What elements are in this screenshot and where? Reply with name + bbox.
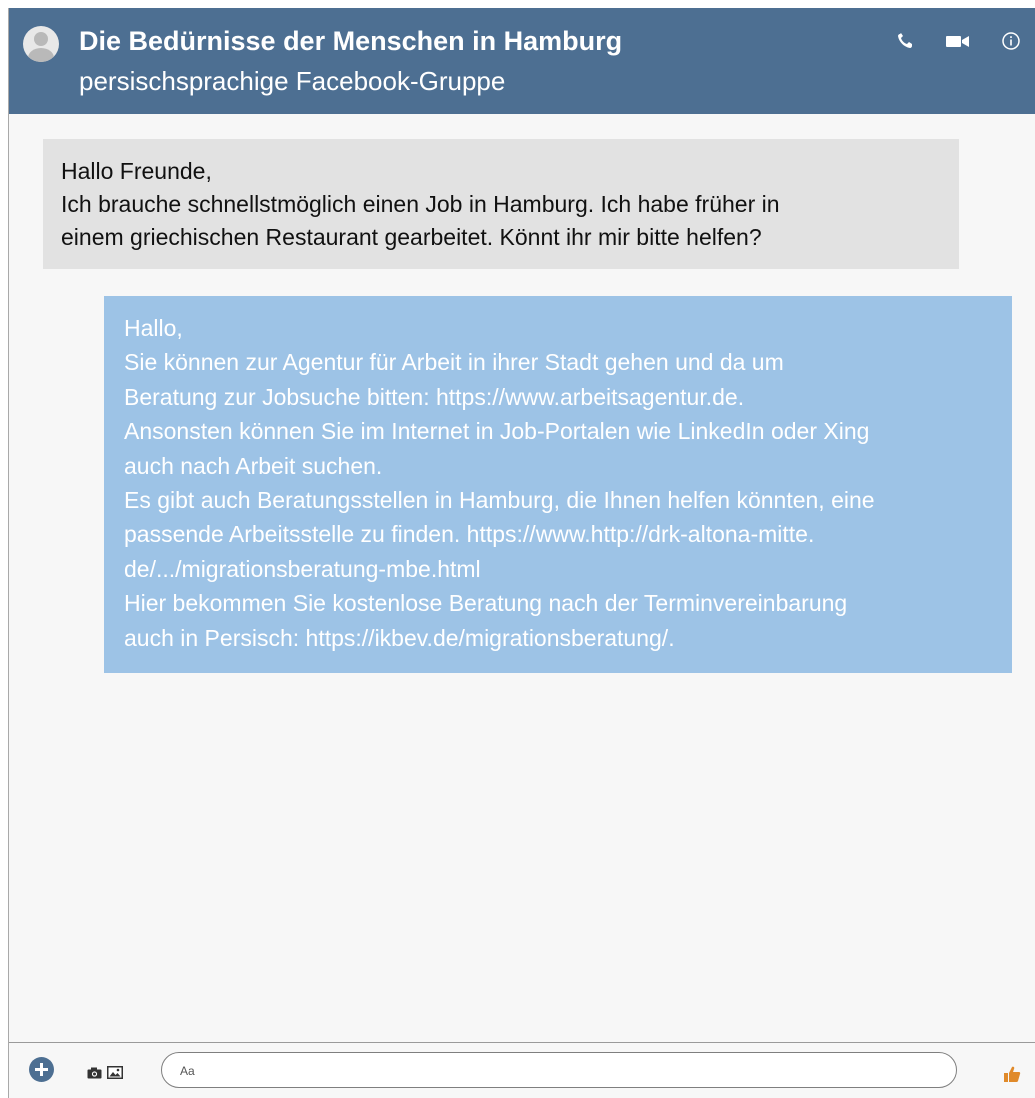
message-line: einem griechischen Restaurant gearbeitet…: [61, 224, 762, 250]
message-line: Hallo Freunde,: [61, 158, 212, 184]
outgoing-message: Hallo, Sie können zur Agentur für Arbeit…: [104, 296, 1012, 674]
message-line: Beratung zur Jobsuche bitten: https://ww…: [124, 383, 745, 410]
plus-icon[interactable]: [29, 1057, 54, 1082]
chat-window: Die Bedürnisse der Menschen in Hamburg p…: [8, 8, 1035, 1098]
message-line: Sie können zur Agentur für Arbeit in ihr…: [124, 349, 784, 376]
gallery-icon[interactable]: [107, 1066, 123, 1079]
message-line: Hier bekommen Sie kostenlose Beratung na…: [124, 590, 848, 617]
phone-icon[interactable]: [893, 30, 919, 52]
avatar-head-shape: [34, 32, 48, 46]
message-input[interactable]: [178, 1061, 942, 1081]
message-line: auch in Persisch: https://ikbev.de/migra…: [124, 624, 675, 651]
camera-icon[interactable]: [87, 1067, 102, 1079]
video-camera-icon[interactable]: [945, 30, 971, 52]
message-line: Es gibt auch Beratungsstellen in Hamburg…: [124, 487, 875, 514]
chat-header: Die Bedürnisse der Menschen in Hamburg p…: [9, 8, 1035, 114]
avatar-body-shape: [28, 48, 54, 62]
info-icon[interactable]: [999, 30, 1025, 52]
composer-divider: [9, 1042, 1035, 1043]
thumbs-up-icon[interactable]: [1003, 1065, 1021, 1083]
message-line: auch nach Arbeit suchen.: [124, 452, 383, 479]
chat-title: Die Bedürnisse der Menschen in Hamburg: [79, 26, 623, 56]
group-avatar[interactable]: [23, 26, 59, 62]
message-line: Hallo,: [124, 315, 183, 341]
incoming-message: Hallo Freunde, Ich brauche schnellstmögl…: [43, 139, 959, 269]
message-line: passende Arbeitsstelle zu finden. https:…: [124, 521, 815, 548]
message-line: Ansonsten können Sie im Internet in Job-…: [124, 418, 870, 445]
message-line: de/.../migrationsberatung-mbe.html: [124, 555, 481, 582]
message-input-container[interactable]: [161, 1052, 957, 1088]
message-line: Ich brauche schnellstmöglich einen Job i…: [61, 191, 780, 217]
chat-subtitle: persischsprachige Facebook-Gruppe: [79, 66, 506, 96]
